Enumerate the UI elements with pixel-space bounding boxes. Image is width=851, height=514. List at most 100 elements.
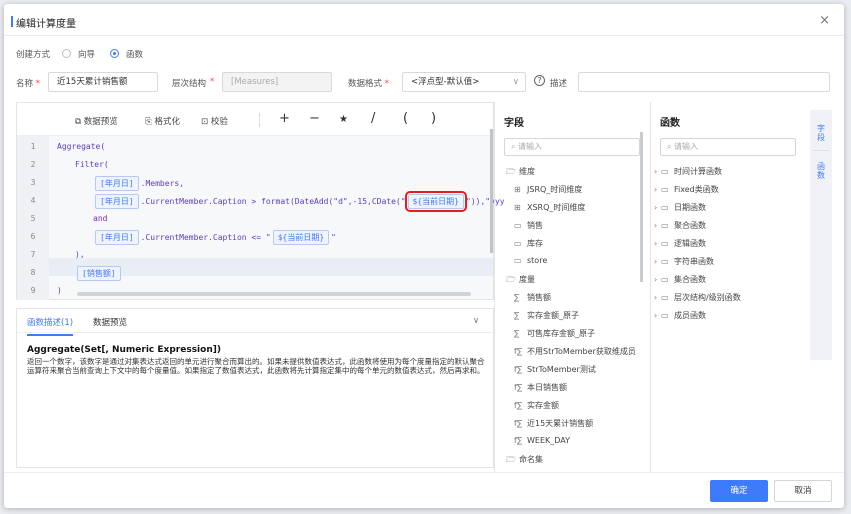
- function-category[interactable]: › ▭ 字符串函数: [654, 256, 714, 267]
- line-number: 7: [30, 250, 36, 259]
- plus-button[interactable]: +: [279, 111, 290, 126]
- tree-item[interactable]: ∑ 可售库存金额_原子: [514, 328, 595, 339]
- sigma-icon: ∑: [514, 293, 520, 302]
- side-tab-fields[interactable]: 字段: [815, 124, 827, 142]
- name-input[interactable]: 近15天累计销售额: [48, 72, 158, 92]
- tree-item[interactable]: 🗁 度量: [506, 274, 535, 288]
- chevron-down-icon: ∨: [512, 77, 519, 87]
- chevron-right-icon: ›: [654, 221, 658, 230]
- tab-function-description[interactable]: 函数描述(1): [27, 316, 74, 336]
- function-category[interactable]: › ▭ 聚合函数: [654, 220, 706, 231]
- multiply-button[interactable]: ★: [339, 114, 348, 125]
- tree-item[interactable]: ▭ store: [514, 256, 547, 265]
- tree-item[interactable]: f∑ StrToMember测试: [514, 364, 596, 375]
- dialog-header: 编辑计算度量 ×: [4, 4, 844, 36]
- line-number: 5: [30, 214, 36, 223]
- minus-button[interactable]: −: [309, 111, 320, 126]
- tree-item[interactable]: f∑ 不用StrToMember获取维成员: [514, 346, 636, 357]
- line-number: 6: [30, 232, 36, 241]
- tree-item[interactable]: 🗁 维度: [506, 166, 535, 180]
- divide-button[interactable]: /: [371, 111, 375, 126]
- param-ref-current-date[interactable]: ${当前日期}: [272, 230, 330, 245]
- member-ref[interactable]: [年月日]: [95, 194, 139, 209]
- vertical-scrollbar[interactable]: [490, 129, 493, 253]
- radio-wizard-label[interactable]: 向导: [78, 48, 95, 60]
- tree-item[interactable]: ⊞ JSRQ_时间维度: [514, 184, 582, 195]
- function-category[interactable]: › ▭ 时间计算函数: [654, 166, 722, 177]
- code-area[interactable]: 1 2 3 4 5 6 7 8 9 Aggregate( Filter( [年月…: [17, 135, 505, 300]
- fields-panel: 字段 ⌕ 请输入 🗁 维度 ⊞ JSRQ_时间维度 ⊞ XSRQ_时间维度 ▭ 销售 ▭…: [494, 102, 650, 472]
- toolbar-divider: [259, 113, 260, 127]
- code-line: [年月日] .CurrentMember.Caption > format(Dat…: [93, 191, 505, 212]
- folder-icon: ▭: [661, 185, 669, 194]
- hierarchy-input: [Measures]: [222, 72, 332, 92]
- tree-item[interactable]: f∑ WEEK_DAY: [514, 436, 570, 445]
- validate-icon: ⊡: [201, 117, 211, 127]
- ok-button[interactable]: 确定: [710, 480, 768, 502]
- member-ref[interactable]: [年月日]: [95, 230, 139, 245]
- function-category[interactable]: › ▭ Fixed类函数: [654, 184, 719, 195]
- function-category[interactable]: › ▭ 层次结构/级别函数: [654, 292, 741, 303]
- name-label: 名称 *: [16, 79, 40, 89]
- chevron-down-icon[interactable]: ∨: [473, 316, 479, 326]
- tree-item[interactable]: ▭ 销售: [514, 220, 543, 231]
- format-button[interactable]: ⎘ 格式化: [145, 115, 180, 127]
- tab-data-preview[interactable]: 数据预览: [93, 316, 127, 328]
- functions-panel: 函数 ⌕ 请输入 › ▭ 时间计算函数 › ▭ Fixed类函数 › ▭ 日期函数 › ▭ 聚合…: [650, 102, 806, 472]
- data-preview-button[interactable]: ⧉ 数据预览: [75, 115, 118, 127]
- hierarchy-icon: ⊞: [514, 203, 521, 212]
- function-category[interactable]: › ▭ 集合函数: [654, 274, 706, 285]
- sigma-icon: ∑: [514, 311, 520, 320]
- create-mode-row: 创建方式 向导 函数: [16, 47, 316, 61]
- side-tab-functions[interactable]: 函数: [815, 162, 827, 180]
- tree-item[interactable]: f∑ 近15天累计销售额: [514, 418, 593, 429]
- chevron-right-icon: ›: [654, 275, 658, 284]
- description-input[interactable]: [578, 72, 830, 92]
- close-icon[interactable]: ×: [819, 13, 830, 28]
- fields-search-input[interactable]: ⌕ 请输入: [504, 138, 640, 156]
- tree-item[interactable]: ▭ 库存: [514, 238, 543, 249]
- folder-icon: ▭: [514, 256, 522, 265]
- create-mode-label: 创建方式: [16, 50, 51, 60]
- horizontal-scrollbar[interactable]: [77, 292, 471, 296]
- folder-open-icon: 🗁: [506, 275, 516, 284]
- format-select[interactable]: <浮点型-默认值> ∨: [402, 72, 526, 92]
- tree-item[interactable]: 🗁 命名集: [506, 454, 543, 468]
- code-line: and: [93, 214, 108, 223]
- validate-button[interactable]: ⊡ 校验: [201, 115, 228, 127]
- member-ref[interactable]: [年月日]: [95, 176, 139, 191]
- left-paren-button[interactable]: (: [403, 111, 408, 126]
- fields-title: 字段: [504, 118, 524, 129]
- code-line: [年月日] .Members,: [93, 176, 184, 191]
- chevron-right-icon: ›: [654, 203, 658, 212]
- radio-function-label[interactable]: 函数: [126, 48, 143, 60]
- folder-open-icon: 🗁: [506, 455, 516, 464]
- help-icon[interactable]: ?: [534, 75, 545, 86]
- calc-measure-icon: f∑: [514, 347, 523, 356]
- function-category[interactable]: › ▭ 逻辑函数: [654, 238, 706, 249]
- radio-function[interactable]: [110, 49, 119, 58]
- tree-item[interactable]: ∑ 实存金额_原子: [514, 310, 579, 321]
- param-ref-current-date[interactable]: ${当前日期}: [404, 191, 468, 212]
- folder-icon: ▭: [514, 221, 522, 230]
- radio-wizard[interactable]: [62, 49, 71, 58]
- tree-item[interactable]: f∑ 实存金额: [514, 400, 559, 411]
- fields-scrollbar[interactable]: [640, 132, 643, 282]
- code-line: [年月日] .CurrentMember.Caption <= " ${当前日期} ": [93, 230, 336, 245]
- dialog-title: 编辑计算度量: [16, 19, 76, 30]
- calc-measure-icon: f∑: [514, 365, 523, 374]
- tree-item[interactable]: ∑ 销售额: [514, 292, 551, 303]
- functions-search-input[interactable]: ⌕ 请输入: [660, 138, 796, 156]
- line-number: 8: [30, 268, 36, 277]
- folder-icon: ▭: [661, 239, 669, 248]
- function-category[interactable]: › ▭ 日期函数: [654, 202, 706, 213]
- measure-ref[interactable]: [销售额]: [77, 266, 121, 281]
- right-paren-button[interactable]: ): [431, 111, 436, 126]
- expression-editor: ⧉ 数据预览 ⎘ 格式化 ⊡ 校验 + − ★ / ( ) 1 2 3 4 5 …: [16, 102, 505, 300]
- code-line: Aggregate(: [57, 142, 106, 151]
- cancel-button[interactable]: 取消: [774, 480, 832, 502]
- search-icon: ⌕: [511, 142, 519, 151]
- function-category[interactable]: › ▭ 成员函数: [654, 310, 706, 321]
- tree-item[interactable]: f∑ 本日销售额: [514, 382, 567, 393]
- tree-item[interactable]: ⊞ XSRQ_时间维度: [514, 202, 585, 213]
